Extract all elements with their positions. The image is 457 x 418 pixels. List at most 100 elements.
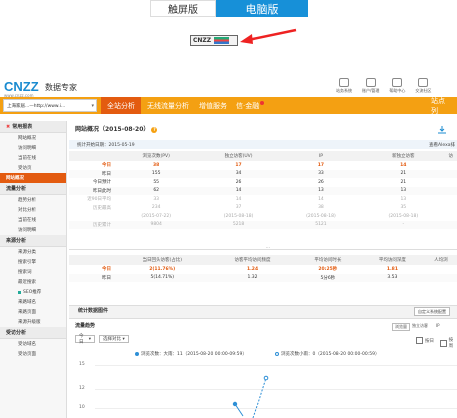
download-icon[interactable] (437, 125, 447, 135)
alexa-link[interactable]: 查看Alexa排 (429, 142, 455, 148)
col-header: 独立访客(UV) (197, 151, 280, 161)
sidebar-item-source-type[interactable]: 来源分类 (0, 247, 66, 257)
col-header: 当日回头访客(占比) (115, 255, 210, 265)
custom-config-button[interactable]: 自定义系统配置 (414, 307, 450, 316)
pc-version-button[interactable]: 电脑版 (216, 0, 308, 17)
collapse-handle-icon[interactable]: ⋯ (258, 245, 278, 251)
site-selector[interactable]: 上海家居...—http://www.i... ▾ (3, 99, 97, 112)
col-header: 平均访问时长 (295, 255, 361, 265)
sidebar-item-recent-search[interactable]: 最近搜索 (0, 277, 66, 287)
metric-uv[interactable]: 独立访客 (412, 323, 428, 329)
table-row: 昨日 5(14.71%) 1.32 5分6秒 3.53 (69, 273, 457, 282)
col-header: 访客平均访问频度 (209, 255, 296, 265)
sidebar-item-source-upgrade[interactable]: 来源升级版 (0, 317, 66, 327)
table-row: 历史累计 9804 5218 5121- (69, 220, 457, 229)
community-icon (418, 78, 429, 87)
check-by-day[interactable]: 按日 (416, 337, 434, 344)
check-by-week[interactable]: 按周 (440, 337, 457, 349)
legend-dot-icon (275, 352, 279, 356)
checkbox[interactable] (440, 339, 447, 347)
table-row: (2015-07-22) (2015-08-18) (2015-08-18) (201… (141, 213, 419, 219)
help-icon (392, 78, 403, 87)
trend-section-title: 统计数据图件 (78, 308, 109, 314)
chevron-down-icon: ▾ (91, 103, 94, 109)
nav-tab-finance[interactable]: 信·金融 (230, 97, 270, 114)
stats-start-strip: 统计开始日期：2015-05-19 查看Alexa排 (69, 140, 457, 149)
table-row: 今日 38 17 17 14 (102, 162, 407, 169)
sidebar-head-source[interactable]: 来源分析 (0, 235, 66, 247)
compare-select[interactable]: 选择对比 ▾ (99, 335, 129, 343)
sidebar-item-visited-domain[interactable]: 受访域名 (0, 339, 66, 349)
sidebar-head-common[interactable]: 常用报表 (0, 121, 66, 133)
account-icon (365, 78, 376, 87)
overview-table: 浏览次数(PV) 独立访客(UV) IP 新独立访客 访 今日 38 17 17 14 … (69, 151, 457, 229)
cnzz-logo[interactable]: CNZZ (4, 79, 39, 94)
sidebar-item-trend[interactable]: 趋势分析 (0, 195, 66, 205)
sidebar-item-online[interactable]: 当前在线 (0, 153, 66, 163)
day-select[interactable]: 今日 ▾ (75, 334, 95, 345)
series-yesterday-line (252, 377, 267, 418)
trend-subtitle: 流量趋势 (75, 323, 96, 329)
badge-bars-icon (214, 37, 230, 44)
touch-version-button[interactable]: 触屏版 (150, 0, 216, 17)
chevron-down-icon: ▾ (88, 336, 91, 342)
sidebar-item-visited-page[interactable]: 受访页面 (0, 349, 66, 359)
sidebar-head-visited[interactable]: 受访分析 (0, 327, 66, 339)
page-title: 网站概况（2015-08-20）? (75, 126, 158, 133)
table-row: 今日预计 55 26 26 21 (93, 179, 407, 186)
nav-tab-mobile[interactable]: 无线流量分析 (141, 97, 195, 114)
help-icon[interactable]: ? (151, 127, 158, 133)
table-row: 历史最高 234 37 38 35 (93, 205, 407, 211)
trend-section-bar (69, 305, 457, 319)
y-tick: 10 (79, 405, 85, 410)
brand-title: 数据专家 (45, 83, 77, 92)
table-header-row: 当日回头访客(占比) 访客平均访问频度 平均访问时长 平均访问深度 人均浏 (69, 255, 457, 265)
y-tick: 12 (79, 386, 85, 391)
sidebar-item-ref-domain[interactable]: 来路域名 (0, 297, 66, 307)
visitor-quality-table: 当日回头访客(占比) 访客平均访问频度 平均访问时长 平均访问深度 人均浏 今日… (69, 255, 457, 282)
nav-tab-value-added[interactable]: 增值服务 (193, 97, 233, 114)
top-link-community[interactable]: 交流社区 (415, 78, 431, 94)
data-point[interactable] (263, 375, 269, 381)
nav-site-list[interactable]: 站点列 (425, 97, 457, 115)
sidebar-item-compare[interactable]: 对比分析 (0, 205, 66, 215)
metric-pv[interactable]: 浏览量 (392, 323, 410, 331)
table-row: 昨日此时 62 14 13 13 (69, 186, 457, 195)
version-toggle: 触屏版 电脑版 (150, 0, 308, 17)
sidebar-item-visit-detail[interactable]: 访问明细 (0, 143, 66, 153)
cnzz-badge[interactable]: CNZZ (190, 35, 238, 46)
legend-item[interactable]: 浏览次数：大雨：11（2015-08-20 00:00-09:59） (135, 351, 247, 357)
top-link-help[interactable]: 帮助中心 (389, 78, 405, 94)
notice-icon (339, 78, 349, 87)
col-header: 平均访问深度 (360, 255, 425, 265)
badge-text: CNZZ (193, 37, 212, 44)
sidebar-item-detail-2[interactable]: 访问明细 (0, 225, 66, 235)
sidebar-item-online-2[interactable]: 当前在线 (0, 215, 66, 225)
data-point[interactable] (232, 401, 238, 407)
legend-item[interactable]: 浏览次数小雨：0（2015-08-20 00:00-00:59） (275, 351, 380, 357)
metric-ip[interactable]: IP (436, 323, 440, 328)
col-header: 人均浏 (424, 255, 457, 265)
new-dot-icon (260, 100, 265, 105)
sidebar-head-traffic[interactable]: 流量分析 (0, 183, 66, 195)
table-row: 今日 2(11.76%) 1.24 20:25秒 1.81 (102, 266, 398, 273)
top-links: 站务系统 账户/管理 帮助中心 交流社区 (336, 78, 431, 94)
top-link-notice[interactable]: 站务系统 (336, 78, 352, 94)
table-header-row: 浏览次数(PV) 独立访客(UV) IP 新独立访客 访 (69, 151, 457, 161)
nav-tab-full-site[interactable]: 全站分析 (101, 97, 141, 114)
checkbox[interactable] (416, 337, 423, 344)
col-header: 浏览次数(PV) (115, 151, 198, 161)
col-header: IP (279, 151, 363, 161)
chevron-down-icon: ▾ (122, 336, 125, 342)
table-row: 近90日平均 33 14 14 13 (87, 196, 407, 203)
sidebar-item-active-overview[interactable]: 网站概况 (0, 173, 66, 183)
sidebar-item-seo[interactable]: SEO推荐 (0, 287, 66, 297)
legend-dot-icon (135, 352, 139, 356)
sidebar-item-search-engine[interactable]: 搜索引擎 (0, 257, 66, 267)
red-arrow-icon (240, 28, 297, 44)
sidebar-item-search-word[interactable]: 搜索词 (0, 267, 66, 277)
top-link-account[interactable]: 账户/管理 (362, 78, 379, 94)
sidebar-item-ref-page[interactable]: 来路页面 (0, 307, 66, 317)
sidebar-item-overview[interactable]: 网站概况 (0, 133, 66, 143)
sidebar-item-visited-pages[interactable]: 受访页 (0, 163, 66, 173)
